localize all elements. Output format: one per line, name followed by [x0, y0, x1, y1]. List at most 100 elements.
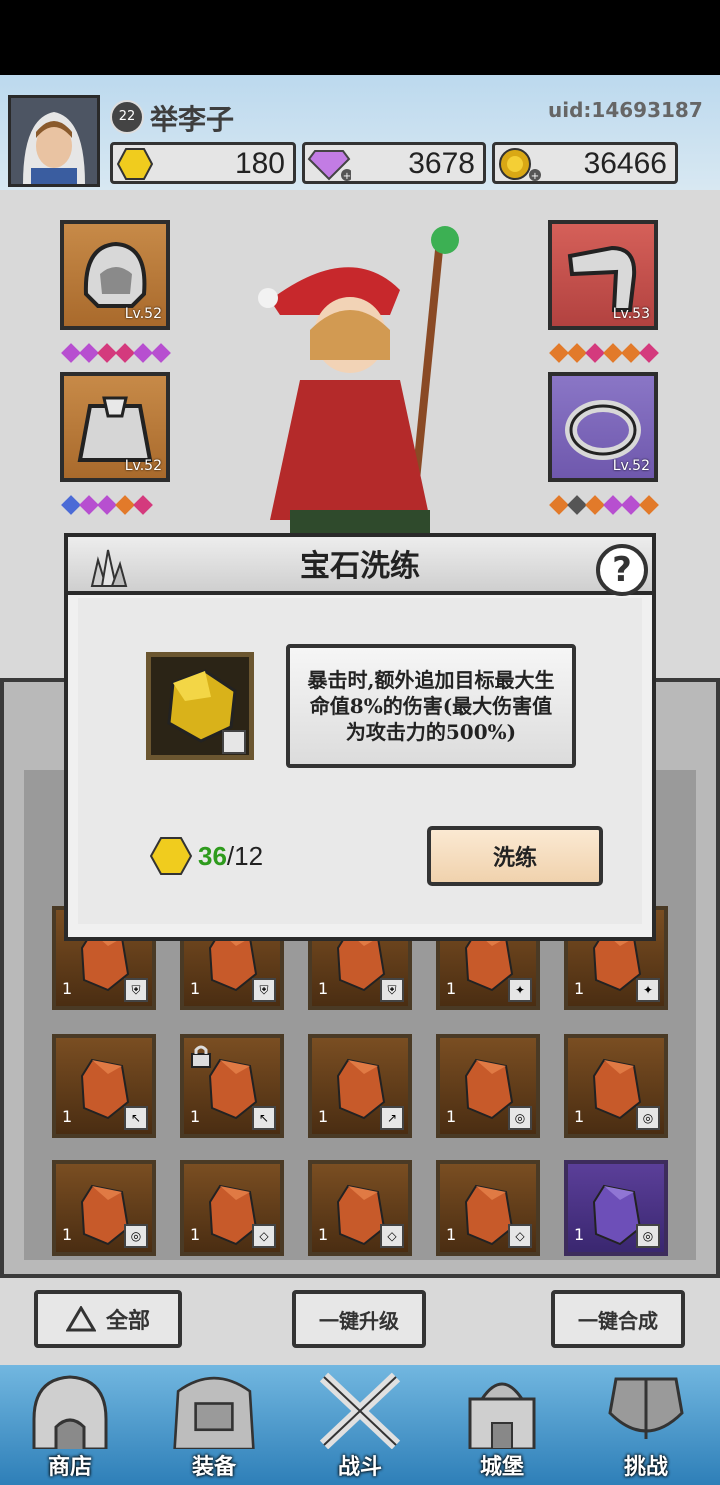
gem-icon — [567, 343, 587, 363]
item-count: 1 — [318, 979, 329, 998]
gem-icon — [97, 495, 117, 515]
inventory-item[interactable]: 1 ◎ — [52, 1160, 156, 1256]
nav-label: 战斗 — [337, 1454, 382, 1480]
gem-icon — [79, 343, 99, 363]
filter-all-label: 全部 — [105, 1308, 150, 1334]
gold-coin-icon: + — [499, 148, 541, 182]
equipment-slot-ring[interactable]: Lv.52 — [548, 372, 658, 482]
selected-gem-slot[interactable] — [146, 652, 254, 760]
filter-all-button[interactable]: 全部 — [34, 1290, 182, 1348]
nav-label: 装备 — [191, 1454, 236, 1480]
item-count: 1 — [190, 1225, 201, 1244]
nav-label: 挑战 — [623, 1454, 668, 1480]
inventory-item[interactable]: 1 ◎ — [564, 1160, 668, 1256]
item-count: 1 — [62, 1225, 73, 1244]
gem-icon — [133, 495, 153, 515]
gem-icon — [621, 343, 641, 363]
gem-icon — [549, 495, 569, 515]
lock-icon — [191, 1045, 211, 1068]
help-button[interactable]: ? — [596, 544, 648, 596]
player-uid: uid:14693187 — [548, 98, 703, 122]
equipment-level: Lv.52 — [124, 458, 162, 474]
resource-gold-coin[interactable]: + 36466 — [492, 142, 678, 184]
cost-owned: 36 — [198, 840, 227, 871]
upgrade-all-label: 一键升级 — [319, 1308, 399, 1333]
item-count: 1 — [446, 1107, 457, 1126]
equipment-slot-cape[interactable]: Lv.52 — [60, 372, 170, 482]
gem-icon — [97, 343, 117, 363]
gem-icon — [585, 343, 605, 363]
resource-purple-diamond[interactable]: + 3678 — [302, 142, 486, 184]
item-type-icon: ✦ — [636, 978, 660, 1002]
gem-icon — [61, 495, 81, 515]
equipment-slot-helmet[interactable]: Lv.52 — [60, 220, 170, 330]
equipment-slot-arm[interactable]: Lv.53 — [548, 220, 658, 330]
avatar[interactable] — [8, 95, 100, 187]
resource-gold-hexagon[interactable]: 180 — [110, 142, 296, 184]
nav-label: 商店 — [47, 1454, 92, 1480]
svg-text:+: + — [343, 171, 351, 181]
resource-value: 180 — [234, 147, 285, 180]
item-count: 1 — [190, 1107, 201, 1126]
item-type-icon: ◎ — [636, 1106, 660, 1130]
inventory-item[interactable]: 1 ◇ — [180, 1160, 284, 1256]
nav-battle[interactable]: 战斗 — [300, 1365, 420, 1485]
item-type-icon: ◇ — [380, 1224, 404, 1248]
nav-shop[interactable]: 商店 — [10, 1365, 130, 1485]
item-type-icon: ↖ — [124, 1106, 148, 1130]
nav-equipment[interactable]: 装备 — [154, 1365, 274, 1485]
equipment-level: Lv.52 — [612, 458, 650, 474]
item-type-icon: ⛨ — [252, 978, 276, 1002]
gem-effect-text: 暴击时,额外追加目标最大生命值8%的伤害(最大伤害值为攻击力的500%) — [307, 668, 555, 744]
gem-effect-description: 暴击时,额外追加目标最大生命值8%的伤害(最大伤害值为攻击力的500%) — [286, 644, 576, 768]
inventory-item[interactable]: 1 ↖ — [180, 1034, 284, 1138]
gem-icon — [603, 495, 623, 515]
inventory-item[interactable]: 1 ◎ — [436, 1034, 540, 1138]
avatar-portrait-icon — [11, 98, 97, 184]
gem-icon — [639, 495, 659, 515]
gold-hexagon-icon — [150, 837, 192, 875]
inventory-item[interactable]: 1 ◇ — [436, 1160, 540, 1256]
gem-row — [61, 495, 153, 516]
item-type-icon: ◎ — [508, 1106, 532, 1130]
gem-icon — [567, 495, 587, 515]
gem-icon — [133, 343, 153, 363]
nav-label: 城堡 — [479, 1454, 524, 1480]
item-count: 1 — [446, 979, 457, 998]
equipment-level: Lv.52 — [124, 306, 162, 322]
inventory-item[interactable]: 1 ↗ — [308, 1034, 412, 1138]
gem-icon — [115, 495, 135, 515]
purple-diamond-icon: + — [307, 150, 351, 181]
backpack-icon — [173, 1376, 255, 1449]
inventory-item[interactable]: 1 ◇ — [308, 1160, 412, 1256]
player-name: 举李子 — [150, 103, 235, 136]
refine-button[interactable]: 洗练 — [427, 826, 603, 886]
item-type-icon: ⛨ — [380, 978, 404, 1002]
gem-row — [549, 495, 659, 516]
item-count: 1 — [190, 979, 201, 998]
merge-all-button[interactable]: 一键合成 — [551, 1290, 685, 1348]
item-count: 1 — [62, 979, 73, 998]
upgrade-all-button[interactable]: 一键升级 — [292, 1290, 426, 1348]
castle-icon — [468, 1382, 536, 1449]
shield-icon — [608, 1377, 684, 1439]
player-level-badge: 22 — [110, 100, 144, 134]
gem-icon — [79, 495, 99, 515]
character-sprite-icon — [258, 226, 459, 540]
inventory-item[interactable]: 1 ↖ — [52, 1034, 156, 1138]
gem-icon — [639, 343, 659, 363]
item-type-icon: ⛨ — [124, 978, 148, 1002]
resource-value: 36466 — [583, 147, 667, 180]
item-count: 1 — [574, 1225, 585, 1244]
item-count: 1 — [446, 1225, 457, 1244]
gem-icon — [115, 343, 135, 363]
item-type-icon: ◎ — [636, 1224, 660, 1248]
equipment-level: Lv.53 — [612, 306, 650, 322]
nav-castle[interactable]: 城堡 — [442, 1365, 562, 1485]
item-type-icon: ↖ — [252, 1106, 276, 1130]
gem-row — [549, 343, 659, 364]
gold-hexagon-icon — [117, 148, 153, 180]
inventory-item[interactable]: 1 ◎ — [564, 1034, 668, 1138]
gem-icon — [61, 343, 81, 363]
nav-challenge[interactable]: 挑战 — [586, 1365, 706, 1485]
